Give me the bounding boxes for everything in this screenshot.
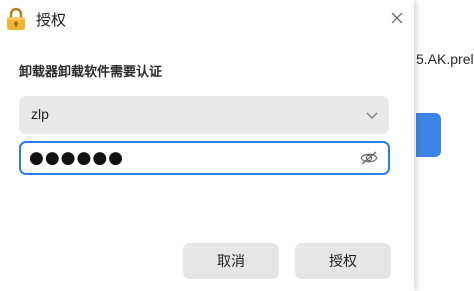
auth-prompt: 卸载器卸载软件需要认证 xyxy=(19,65,163,80)
auth-dialog: 授权 卸载器卸载软件需要认证 zlp ●●●●●● 取消 授权 xyxy=(0,0,414,291)
background-window-text: 5.AK.prelo xyxy=(416,51,474,67)
background-window: 5.AK.prelo xyxy=(410,0,474,291)
lock-icon xyxy=(7,7,25,30)
user-select-value: zlp xyxy=(31,106,49,122)
authorize-button[interactable]: 授权 xyxy=(295,243,391,279)
password-input[interactable]: ●●●●●● xyxy=(19,141,390,175)
cancel-button[interactable]: 取消 xyxy=(183,243,279,279)
eye-off-icon[interactable] xyxy=(359,150,379,166)
password-masked-value: ●●●●●● xyxy=(29,148,125,168)
chevron-down-icon xyxy=(366,112,378,119)
close-button[interactable] xyxy=(384,6,410,30)
close-icon xyxy=(391,12,403,24)
dialog-title: 授权 xyxy=(36,11,67,29)
background-window-button xyxy=(416,113,441,157)
dialog-titlebar: 授权 xyxy=(0,0,414,40)
user-select[interactable]: zlp xyxy=(19,96,389,134)
